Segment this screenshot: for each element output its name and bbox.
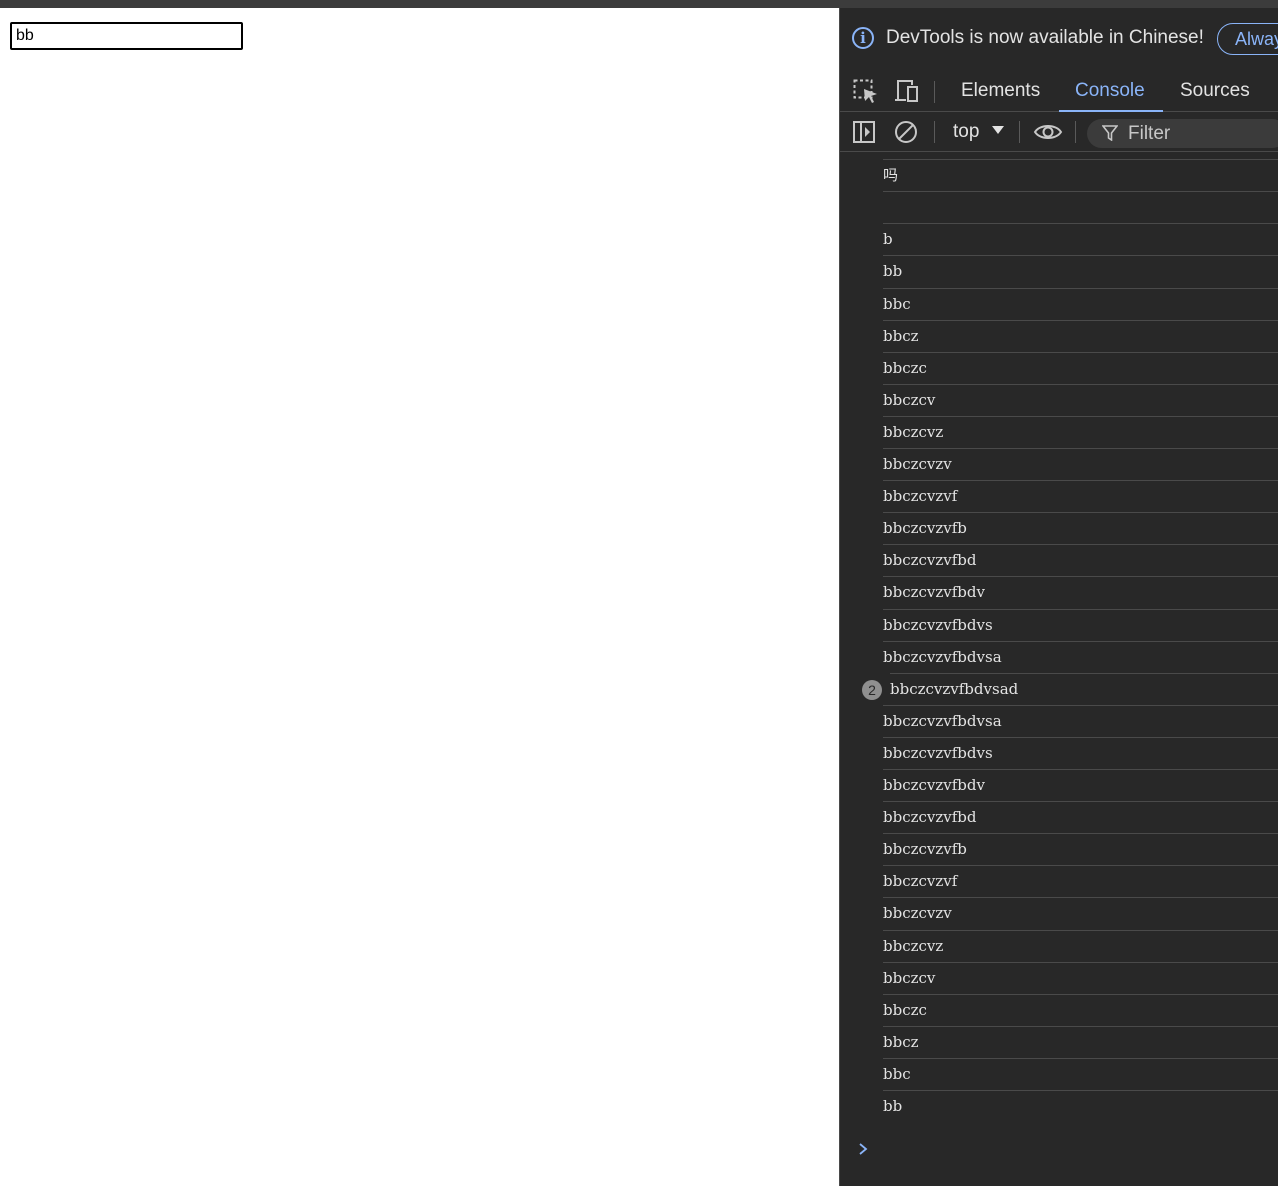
toolbar-divider bbox=[1019, 121, 1020, 143]
device-toolbar-icon[interactable] bbox=[894, 79, 920, 103]
console-message-text: bbczcvzvfbdvs bbox=[883, 743, 993, 762]
console-message: bbczcvzvfbdvs bbox=[883, 736, 1278, 769]
console-message: bbczcv bbox=[883, 961, 1278, 994]
console-message-text: bbczcvzvfbdvsad bbox=[890, 679, 1019, 698]
console-message: 吗 bbox=[883, 159, 1278, 191]
console-message: bbczcv bbox=[883, 383, 1278, 416]
console-message-text: bb bbox=[883, 1097, 903, 1115]
live-expression-eye-icon[interactable] bbox=[1033, 120, 1063, 144]
console-message: b bbox=[883, 223, 1278, 255]
filter-icon bbox=[1102, 125, 1118, 141]
console-message: bb bbox=[883, 1090, 1278, 1122]
toolbar-divider bbox=[1075, 121, 1076, 143]
console-message: bbcz bbox=[883, 1025, 1278, 1058]
tab-console[interactable]: Console bbox=[1059, 70, 1163, 112]
console-message: 2 bbczcvzvfbdvsad bbox=[862, 672, 1278, 705]
console-message-text: bbczcvzvfbd bbox=[883, 808, 977, 827]
console-message: bbczcvzvfbd bbox=[883, 801, 1278, 833]
browser-top-strip bbox=[0, 0, 1278, 8]
devtools-tab-bar: Elements Console Sources bbox=[840, 70, 1278, 112]
console-message: bbc bbox=[883, 1057, 1278, 1090]
console-message: bbczcvzvfbd bbox=[883, 544, 1278, 576]
console-message: bbczcvzvfb bbox=[883, 512, 1278, 544]
javascript-context-select[interactable]: top bbox=[953, 121, 979, 143]
console-message: bbczc bbox=[883, 351, 1278, 384]
console-message: bbczcvzvfbdvsa bbox=[883, 640, 1278, 673]
console-message: bbczcvz bbox=[883, 929, 1278, 962]
console-message: bbczcvzvfbdv bbox=[883, 576, 1278, 608]
tab-sources[interactable]: Sources bbox=[1180, 70, 1250, 111]
console-message-text: bbczcvzvfbd bbox=[883, 551, 977, 570]
console-message-text: bbczc bbox=[883, 358, 927, 377]
language-infobar: i DevTools is now available in Chinese! … bbox=[840, 8, 1278, 70]
console-messages: 吗z吗bbbbbcbbczbbczcbbczcvbbczcvzbbczcvzvb… bbox=[840, 152, 1278, 1186]
console-message: bbczcvzvf bbox=[883, 480, 1278, 512]
devtools-panel: i DevTools is now available in Chinese! … bbox=[839, 8, 1278, 1186]
console-message-text: bbczcvzv bbox=[883, 455, 952, 473]
console-message-text: bbczcvzvfbdvsa bbox=[883, 647, 1002, 666]
console-message: bbczcvzv bbox=[883, 448, 1278, 480]
console-message-text: 吗 bbox=[883, 166, 899, 185]
inspect-element-icon[interactable] bbox=[853, 79, 879, 103]
sidebar-toggle-icon[interactable] bbox=[852, 120, 878, 144]
tab-elements[interactable]: Elements bbox=[961, 70, 1040, 111]
console-message-text: bbcz bbox=[883, 1032, 919, 1051]
infobar-message: DevTools is now available in Chinese! bbox=[886, 27, 1204, 48]
text-input[interactable] bbox=[10, 22, 243, 50]
repeat-count-badge: 2 bbox=[862, 679, 882, 700]
console-message: bbczc bbox=[883, 993, 1278, 1026]
console-message-text: bbc bbox=[883, 294, 911, 313]
console-message-text: bbczcv bbox=[883, 390, 936, 409]
console-message: bbcz bbox=[883, 319, 1278, 352]
console-message: bb bbox=[883, 255, 1278, 287]
console-message-text: bbczc bbox=[883, 1000, 927, 1019]
console-filter[interactable] bbox=[1087, 119, 1278, 148]
console-message-text: bbczcvzvfbdv bbox=[883, 776, 985, 794]
console-message-text: bb bbox=[883, 262, 903, 281]
console-message: bbc bbox=[883, 287, 1278, 320]
console-message: bbczcvz bbox=[883, 415, 1278, 448]
console-prompt-icon[interactable] bbox=[858, 1142, 868, 1156]
console-message-text: bbczcvzvf bbox=[883, 487, 958, 506]
console-toolbar: top bbox=[840, 112, 1278, 152]
console-message-text: b bbox=[883, 230, 893, 249]
web-page bbox=[0, 8, 839, 1186]
always-match-language-button[interactable]: Alway bbox=[1217, 23, 1278, 55]
console-message: 吗z bbox=[883, 152, 1278, 159]
info-icon: i bbox=[852, 27, 874, 49]
console-message: bbczcvzvfbdv bbox=[883, 769, 1278, 801]
filter-input[interactable] bbox=[1128, 119, 1278, 148]
console-message: bbczcvzvfbdvs bbox=[883, 608, 1278, 641]
console-message: bbczcvzvfb bbox=[883, 833, 1278, 865]
console-message: bbczcvzvf bbox=[883, 865, 1278, 897]
console-message-text: bbczcvz bbox=[883, 422, 944, 441]
console-message-text: bbczcvzvfbdv bbox=[883, 583, 985, 602]
clear-console-icon[interactable] bbox=[894, 120, 920, 144]
console-message-text: bbczcvzvfbdvs bbox=[883, 615, 993, 634]
dropdown-caret-icon bbox=[992, 126, 1004, 134]
console-message-text: bbczcvzvf bbox=[883, 872, 958, 891]
console-message-text: bbczcv bbox=[883, 968, 936, 987]
console-message-text: bbczcvzvfbdvsa bbox=[883, 711, 1002, 730]
console-message bbox=[883, 191, 1278, 223]
console-message-text: bbczcvzvfb bbox=[883, 840, 967, 859]
toolbar-divider bbox=[934, 81, 935, 103]
console-message: bbczcvzv bbox=[883, 897, 1278, 929]
console-message: bbczcvzvfbdvsa bbox=[883, 704, 1278, 737]
console-message-text: bbc bbox=[883, 1064, 911, 1083]
console-message-text: bbczcvzvfb bbox=[883, 519, 967, 538]
console-message-text: 吗z bbox=[883, 152, 906, 159]
console-message-text: bbcz bbox=[883, 326, 919, 345]
console-message-text: bbczcvz bbox=[883, 936, 944, 955]
console-message-text: bbczcvzv bbox=[883, 904, 952, 923]
toolbar-divider bbox=[934, 121, 935, 143]
